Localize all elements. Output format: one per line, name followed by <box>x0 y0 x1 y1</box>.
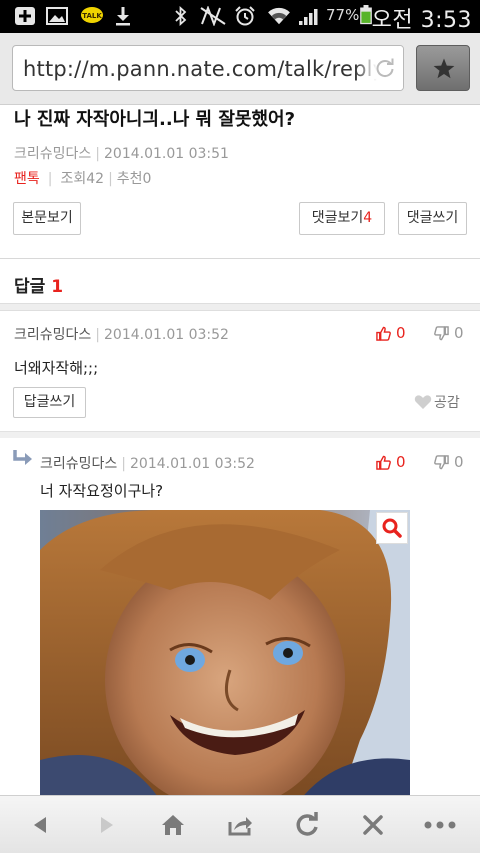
write-reply-button[interactable]: 답글쓰기 <box>13 387 86 418</box>
clock: 오전 3:53 <box>371 8 472 33</box>
thumbs-up-icon <box>376 326 391 341</box>
reply-author[interactable]: 크리슈밍다스 <box>14 327 91 343</box>
forward-icon[interactable] <box>92 810 122 840</box>
url-text: http://m.pann.nate.com/talk/reply/s <box>23 57 404 81</box>
bookmark-button[interactable] <box>416 45 470 91</box>
mute-icon <box>200 6 226 26</box>
heart-icon <box>414 395 432 409</box>
zoom-image-button[interactable] <box>376 512 408 544</box>
post-recommends: 추천0 <box>116 171 152 187</box>
reply-text: 너왜자작해;;; <box>14 359 99 377</box>
reply-image[interactable] <box>40 510 410 795</box>
thumbs-down-icon <box>434 326 449 341</box>
reply-date: 2014.01.01 03:52 <box>104 327 229 343</box>
thumbs-up-icon <box>376 455 391 470</box>
thumbs-down-button[interactable]: 0 <box>434 324 464 342</box>
post-date: 2014.01.01 03:51 <box>104 146 229 162</box>
home-icon[interactable] <box>158 810 188 840</box>
post-views: 조회42 <box>60 171 105 187</box>
view-comments-label: 댓글보기 <box>311 210 364 226</box>
gallery-icon <box>46 7 68 25</box>
signal-icon <box>299 9 318 25</box>
more-icon[interactable] <box>422 810 458 840</box>
url-input[interactable]: http://m.pann.nate.com/talk/reply/s <box>12 45 404 91</box>
bluetooth-icon <box>175 6 187 26</box>
browser-address-bar: http://m.pann.nate.com/talk/reply/s <box>0 33 480 105</box>
battery-percent: 77% <box>326 6 360 24</box>
reply-date: 2014.01.01 03:52 <box>130 456 255 472</box>
reply-arrow-icon <box>13 450 32 465</box>
reload-icon[interactable] <box>373 56 397 80</box>
kakaotalk-icon: TALK <box>81 7 103 23</box>
share-icon[interactable] <box>225 810 255 840</box>
thumbs-down-icon <box>434 455 449 470</box>
like-button[interactable]: 공감 <box>414 392 460 412</box>
magnifier-icon <box>382 518 402 538</box>
close-icon[interactable] <box>358 810 388 840</box>
add-icon <box>15 7 35 25</box>
post-author[interactable]: 크리슈밍다스 <box>14 146 91 162</box>
replies-divider <box>0 303 480 311</box>
view-post-button[interactable]: 본문보기 <box>13 202 81 235</box>
thumbs-down-button[interactable]: 0 <box>434 453 464 471</box>
reply-meta: 크리슈밍다스 | 2014.01.01 03:52 <box>40 453 255 473</box>
kakao-label: TALK <box>82 12 102 20</box>
face-photo <box>40 510 410 795</box>
alarm-icon <box>235 6 255 26</box>
meta-divider: | <box>47 171 53 187</box>
thumbs-down-count: 0 <box>454 324 464 342</box>
replies-label: 답글 <box>14 277 46 297</box>
browser-toolbar <box>0 795 480 853</box>
meta-divider: | <box>108 171 113 187</box>
post-meta: 크리슈밍다스 | 2014.01.01 03:51 <box>14 143 229 163</box>
back-icon[interactable] <box>25 810 55 840</box>
thumbs-up-button[interactable]: 0 <box>376 453 406 471</box>
wifi-icon <box>268 7 290 25</box>
comment-count: 4 <box>363 210 373 226</box>
post-title: 나 진짜 자작아니긔..나 뭐 잘못했어? <box>14 109 296 130</box>
thumbs-up-count: 0 <box>396 324 406 342</box>
replies-count: 1 <box>51 277 64 297</box>
thumbs-up-button[interactable]: 0 <box>376 324 406 342</box>
reply-text: 너 자작요정이구나? <box>40 482 164 500</box>
like-label: 공감 <box>434 395 460 411</box>
page-content: 나 진짜 자작아니긔..나 뭐 잘못했어? 크리슈밍다스 | 2014.01.01 … <box>0 105 480 795</box>
post-stats: 팬톡 | 조회42 | 추천0 <box>14 168 151 188</box>
reply-separator-band <box>0 432 480 438</box>
view-comments-button[interactable]: 댓글보기4 <box>299 202 385 235</box>
meta-divider: | <box>95 327 100 343</box>
meta-divider: | <box>121 456 126 472</box>
download-icon <box>116 7 130 26</box>
reply-author[interactable]: 크리슈밍다스 <box>40 456 117 472</box>
post-category[interactable]: 팬톡 <box>14 171 40 187</box>
replies-header: 답글 1 <box>14 272 63 297</box>
status-bar: TALK 77% 오전 3:53 <box>0 0 480 33</box>
thumbs-up-count: 0 <box>396 453 406 471</box>
reply-meta: 크리슈밍다스 | 2014.01.01 03:52 <box>14 324 229 344</box>
divider <box>0 258 480 259</box>
meta-divider: | <box>95 146 100 162</box>
thumbs-down-count: 0 <box>454 453 464 471</box>
write-comment-button[interactable]: 댓글쓰기 <box>398 202 467 235</box>
refresh-icon[interactable] <box>292 810 322 840</box>
star-icon <box>433 58 455 79</box>
